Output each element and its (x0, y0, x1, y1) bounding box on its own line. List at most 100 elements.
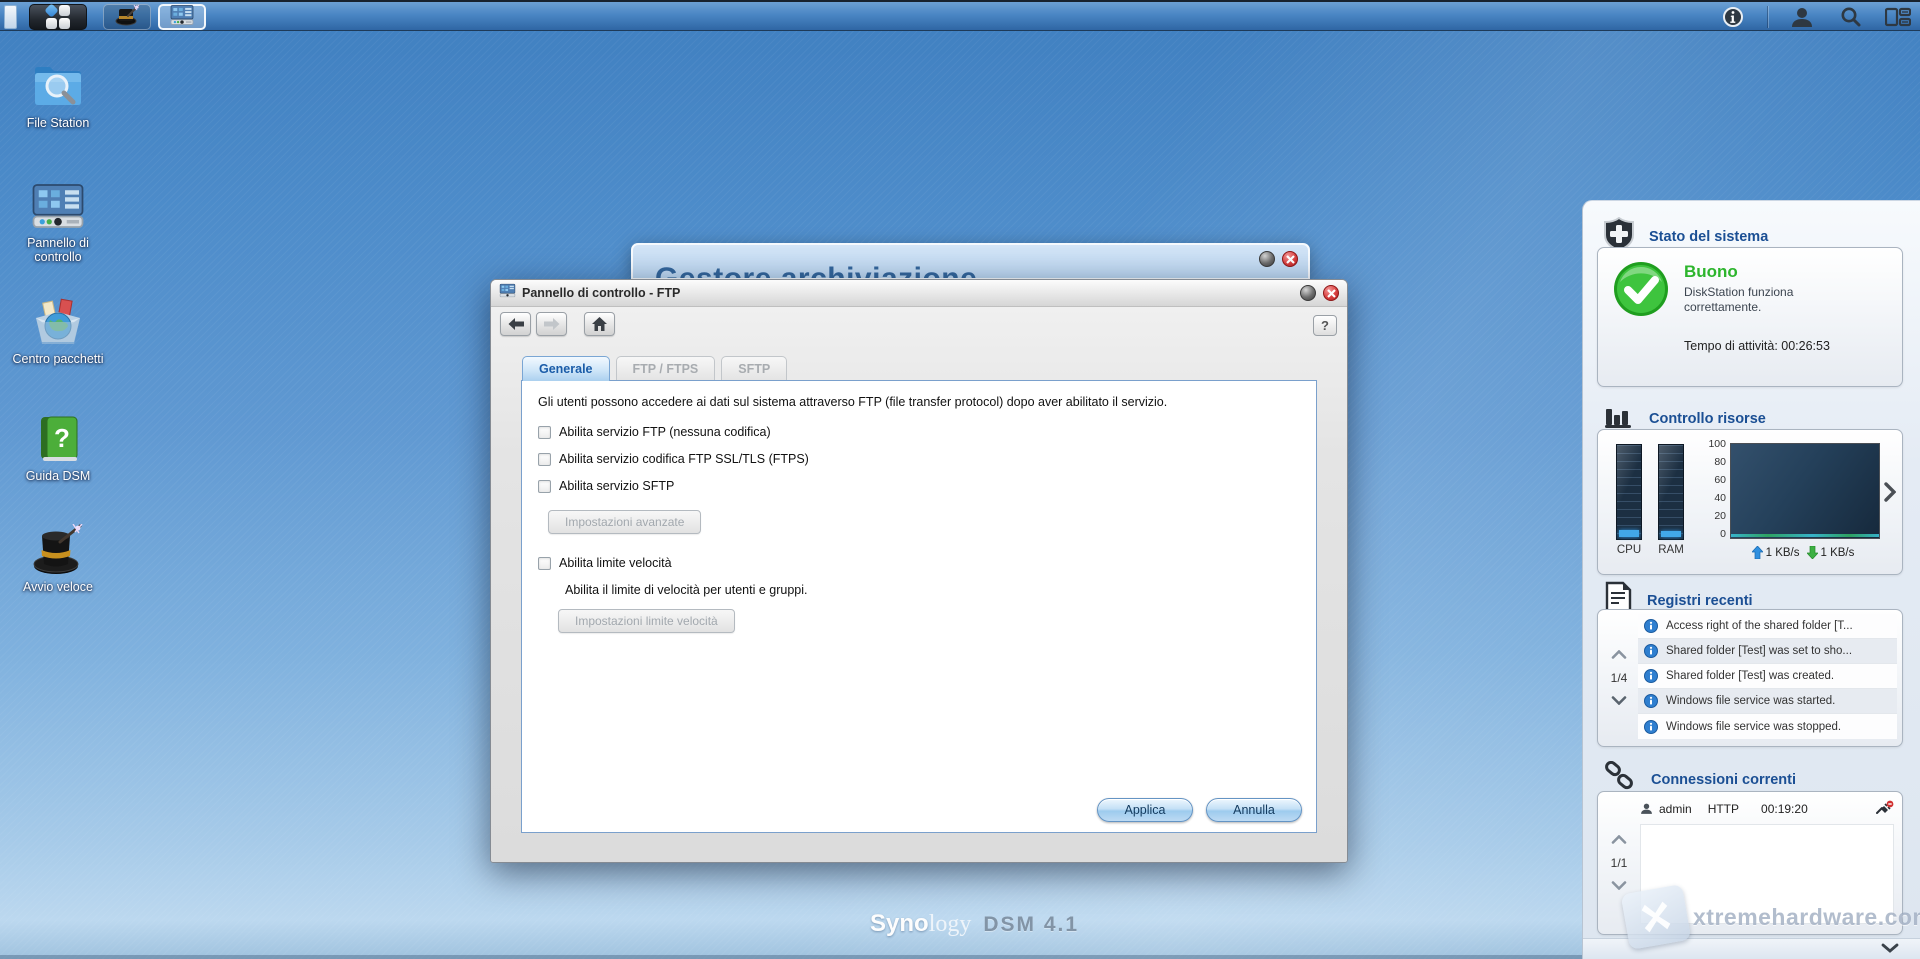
logs-pager: 1/4 (1602, 610, 1636, 746)
cpu-gauge (1616, 444, 1642, 540)
watermark-text: xtremehardware.com (1693, 904, 1920, 931)
log-info-icon (1644, 720, 1658, 734)
uptime-label: Tempo di attività: 00:26:53 (1684, 339, 1892, 353)
enable-ftps-checkbox[interactable] (538, 453, 551, 466)
user-icon[interactable] (1788, 5, 1816, 29)
recent-logs-box: 1/4 Access right of the shared folder [T… (1597, 609, 1903, 747)
log-text: Access right of the shared folder [T... (1666, 620, 1853, 632)
package-center-icon (10, 296, 106, 348)
main-menu-button[interactable] (29, 4, 87, 30)
info-icon[interactable] (1719, 5, 1747, 29)
tab-generale[interactable]: Generale (522, 356, 610, 381)
advanced-settings-button[interactable]: Impostazioni avanzate (548, 510, 701, 534)
log-text: Shared folder [Test] was created. (1666, 670, 1834, 682)
dsm-logo: Syno logy DSM 4.1 (870, 910, 1079, 938)
enable-ftp-checkbox[interactable] (538, 426, 551, 439)
tab-ftp-ftps[interactable]: FTP / FTPS (616, 356, 716, 381)
desktop-icon-package-center[interactable]: Centro pacchetti (10, 296, 106, 366)
file-station-icon (10, 60, 106, 112)
upload-arrow-icon (1752, 546, 1763, 559)
search-icon[interactable] (1836, 5, 1864, 29)
checkbox-row-ftps: Abilita servizio codifica FTP SSL/TLS (F… (538, 452, 1300, 466)
close-icon[interactable] (1323, 285, 1339, 301)
desktop-icon-dsm-help[interactable]: ? Guida DSM (10, 413, 106, 483)
ftp-settings-panel: Gli utenti possono accedere ai dati sul … (521, 380, 1317, 833)
page-down-icon[interactable] (1611, 692, 1627, 710)
network-chart-axis: 10080 6040 200 (1694, 438, 1726, 540)
pilot-view-icon[interactable] (1884, 5, 1912, 29)
desktop-icon-control-panel[interactable]: Pannello di controllo (10, 180, 106, 264)
status-ok-icon (1612, 260, 1670, 323)
page-up-icon[interactable] (1611, 831, 1627, 849)
network-speed-row: 1 KB/s 1 KB/s (1708, 546, 1898, 559)
download-arrow-icon (1807, 546, 1818, 559)
resource-monitor-box[interactable]: CPU RAM 10080 6040 200 1 KB/s 1 KB/s (1597, 429, 1903, 575)
log-text: Windows file service was stopped. (1666, 721, 1841, 733)
upload-speed: 1 KB/s (1766, 547, 1800, 559)
control-panel-icon (169, 4, 195, 31)
widget-title: Connessioni correnti (1651, 772, 1796, 788)
back-button[interactable] (500, 312, 531, 336)
window-titlebar[interactable]: Pannello di controllo - FTP (491, 280, 1347, 307)
widget-title: Controllo risorse (1649, 411, 1766, 427)
ftp-description: Gli utenti possono accedere ai dati sul … (538, 395, 1300, 409)
disconnect-icon[interactable] (1876, 800, 1894, 817)
logo-dsm-version: DSM 4.1 (983, 913, 1079, 937)
storage-manager-window[interactable]: Gestore archiviazione (631, 243, 1310, 280)
log-text: Shared folder [Test] was set to sho... (1666, 645, 1852, 657)
speed-limit-description: Abilita il limite di velocità per utenti… (565, 583, 1300, 597)
log-row[interactable]: Access right of the shared folder [T... (1638, 614, 1897, 639)
page-up-icon[interactable] (1611, 646, 1627, 664)
log-row[interactable]: Shared folder [Test] was set to sho... (1638, 639, 1897, 664)
show-desktop-button[interactable] (4, 5, 17, 29)
desktop-icon-file-station[interactable]: File Station (10, 60, 106, 130)
log-row[interactable]: Windows file service was stopped. (1638, 714, 1897, 739)
quick-start-icon (114, 4, 140, 31)
cancel-button[interactable]: Annulla (1206, 798, 1302, 822)
close-icon[interactable] (1282, 251, 1298, 267)
download-speed: 1 KB/s (1821, 547, 1855, 559)
checkbox-label: Abilita limite velocità (559, 556, 672, 570)
cpu-label: CPU (1616, 544, 1642, 556)
network-chart (1730, 443, 1880, 539)
status-value: Buono (1684, 262, 1834, 282)
log-row[interactable]: Shared folder [Test] was created. (1638, 664, 1897, 689)
taskbar-app-quick-start[interactable] (103, 4, 151, 30)
help-button[interactable]: ? (1313, 315, 1337, 336)
log-text: Windows file service was started. (1666, 695, 1835, 707)
checkbox-label: Abilita servizio codifica FTP SSL/TLS (F… (559, 452, 809, 466)
tab-sftp[interactable]: SFTP (721, 356, 787, 381)
log-list: Access right of the shared folder [T... … (1638, 614, 1897, 739)
widget-title: Registri recenti (1647, 593, 1753, 609)
taskbar-separator (1767, 6, 1768, 28)
status-detail: DiskStation funziona correttamente. (1684, 285, 1834, 315)
window-titlebar-icon (499, 283, 516, 303)
speed-limit-settings-button[interactable]: Impostazioni limite velocità (558, 609, 735, 633)
watermark-x-logo (1621, 884, 1692, 950)
resource-expand-icon[interactable] (1884, 482, 1896, 507)
connection-user: admin (1659, 802, 1692, 816)
apply-button[interactable]: Applica (1097, 798, 1193, 822)
taskbar-app-control-panel[interactable] (158, 4, 206, 30)
checkbox-row-speed-limit: Abilita limite velocità (538, 556, 1300, 570)
quick-start-desktop-icon (10, 524, 106, 576)
log-info-icon (1644, 694, 1658, 708)
home-button[interactable] (584, 312, 615, 336)
log-row[interactable]: Windows file service was started. (1638, 689, 1897, 714)
desktop-icon-label: Guida DSM (10, 469, 106, 483)
main-menu-icon (46, 5, 70, 29)
minimize-button[interactable] (1300, 285, 1316, 301)
connections-page-indicator: 1/1 (1611, 856, 1628, 870)
connection-row[interactable]: admin HTTP 00:19:20 (1640, 800, 1894, 817)
enable-sftp-checkbox[interactable] (538, 480, 551, 493)
connection-protocol: HTTP (1708, 802, 1739, 816)
desktop-icon-label: File Station (10, 116, 106, 130)
widget-title: Stato del sistema (1649, 229, 1768, 245)
minimize-button[interactable] (1259, 251, 1275, 267)
control-panel-ftp-window: Pannello di controllo - FTP ? Generale F… (490, 279, 1348, 863)
checkbox-row-sftp: Abilita servizio SFTP (538, 479, 1300, 493)
forward-button[interactable] (536, 312, 567, 336)
desktop-icon-quick-start[interactable]: Avvio veloce (10, 524, 106, 594)
enable-speed-limit-checkbox[interactable] (538, 557, 551, 570)
desktop-icon-label: Pannello di controllo (10, 236, 106, 264)
